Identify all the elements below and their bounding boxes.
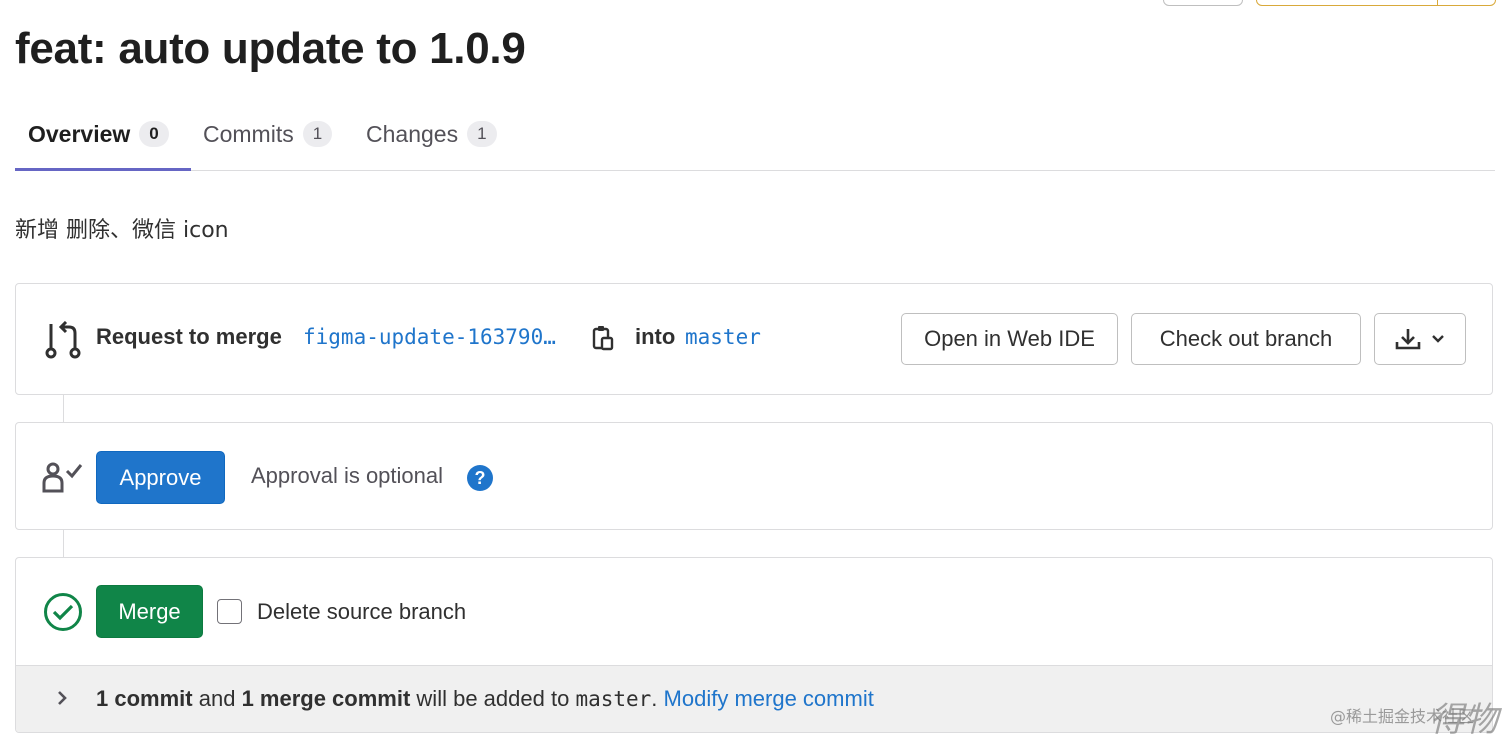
tab-label: Changes — [366, 120, 459, 147]
tab-count-badge: 0 — [139, 121, 169, 147]
approval-status-text: Approval is optional — [251, 463, 444, 488]
merge-card: Merge Delete source branch 1 commit and … — [15, 557, 1493, 733]
tab-label: Commits — [203, 120, 294, 147]
tab-overview[interactable]: Overview 0 — [15, 98, 191, 171]
tab-count-badge: 1 — [302, 121, 333, 147]
tab-commits[interactable]: Commits 1 — [203, 98, 333, 170]
top-split-button[interactable] — [1256, 0, 1496, 6]
merge-button[interactable]: Merge — [96, 585, 203, 638]
commit-count: 1 commit — [96, 686, 193, 711]
page-title: feat: auto update to 1.0.9 — [15, 24, 526, 73]
tab-label: Overview — [28, 120, 131, 147]
git-merge-request-icon — [44, 320, 82, 360]
approve-button[interactable]: Approve — [96, 451, 225, 504]
request-to-merge-label: Request to merge — [96, 324, 282, 349]
open-in-web-ide-button[interactable]: Open in Web IDE — [901, 313, 1118, 365]
top-action-button[interactable] — [1163, 0, 1243, 6]
source-branch-link[interactable]: figma-update-163790… — [303, 325, 573, 349]
modify-merge-commit-link[interactable]: Modify merge commit — [664, 686, 874, 711]
help-icon[interactable]: ? — [467, 465, 493, 491]
added-text: will be added to — [416, 686, 570, 711]
download-icon — [1395, 327, 1421, 351]
merge-request-info-card: Request to merge figma-update-163790… in… — [15, 283, 1493, 395]
mr-description: 新增 删除、微信 icon — [15, 218, 229, 243]
target-branch-link[interactable]: master — [685, 325, 761, 349]
merge-details-footer: 1 commit and 1 merge commit will be adde… — [16, 665, 1492, 732]
download-dropdown-button[interactable] — [1374, 313, 1466, 365]
timeline-connector — [63, 530, 64, 557]
approval-card: Approve Approval is optional ? — [15, 422, 1493, 530]
approval-user-icon — [42, 461, 84, 493]
and-text: and — [198, 686, 236, 711]
into-label: into — [635, 324, 676, 349]
check-out-branch-button[interactable]: Check out branch — [1131, 313, 1361, 365]
chevron-down-icon — [1431, 334, 1445, 344]
tab-changes[interactable]: Changes 1 — [366, 98, 497, 170]
target-branch-name: master — [575, 687, 652, 711]
mr-tabs: Overview 0 Commits 1 Changes 1 — [15, 98, 1495, 171]
timeline-connector — [63, 395, 64, 422]
delete-source-branch-checkbox[interactable] — [217, 599, 242, 624]
merge-commit-summary: 1 commit and 1 merge commit will be adde… — [96, 686, 874, 712]
copy-to-clipboard-icon[interactable] — [591, 324, 615, 352]
chevron-right-icon[interactable] — [56, 690, 68, 711]
tab-count-badge: 1 — [467, 121, 497, 147]
delete-source-branch-label[interactable]: Delete source branch — [257, 599, 466, 625]
watermark-logo: 得物 — [1430, 700, 1498, 740]
check-circle-icon — [42, 591, 83, 632]
period-text: . — [651, 686, 658, 711]
merge-commit-count: 1 merge commit — [241, 686, 411, 711]
